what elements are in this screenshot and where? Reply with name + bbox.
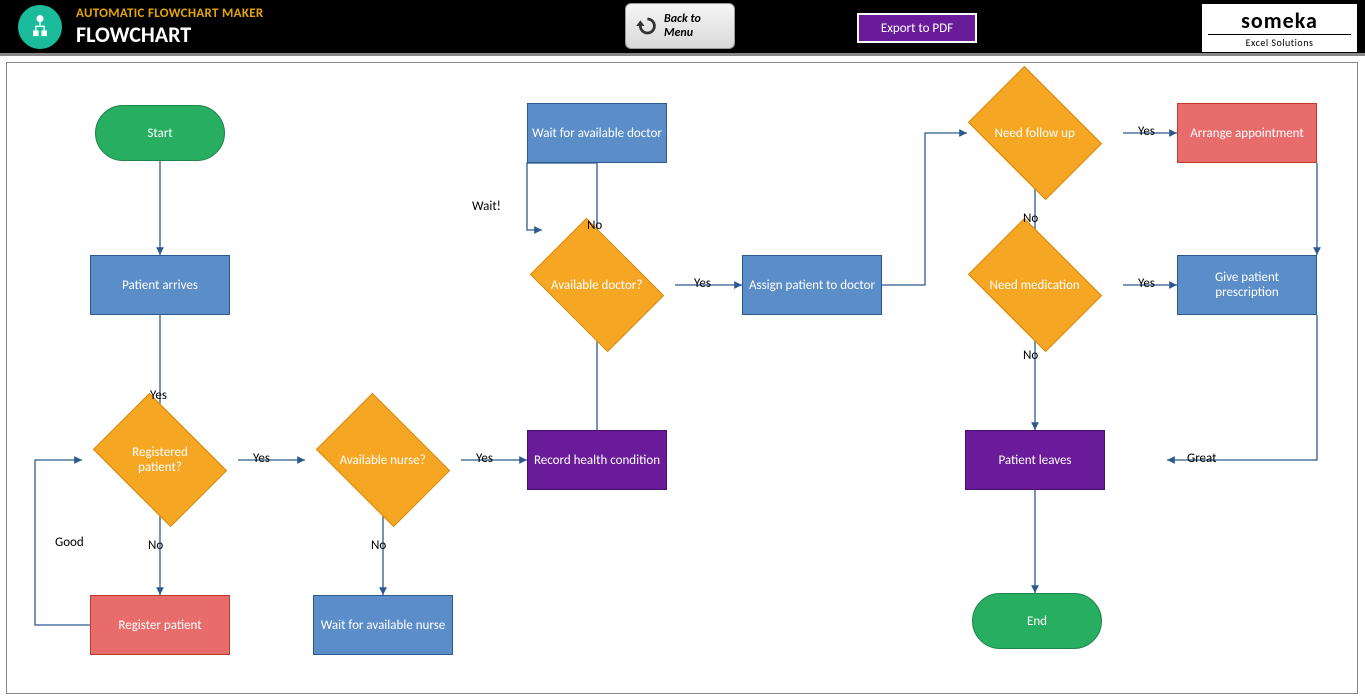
- flowchart-canvas: Start Patient arrives Registered patient…: [6, 62, 1358, 694]
- node-registered-patient[interactable]: Registered patient?: [93, 393, 227, 527]
- edge-label-yes: Yes: [1138, 124, 1155, 139]
- edge-label-no: No: [1023, 211, 1038, 226]
- node-need-medication[interactable]: Need medication: [968, 218, 1102, 352]
- edge-label-no: No: [1023, 348, 1038, 363]
- edge-label-yes: Yes: [150, 388, 167, 403]
- edge-label-yes: Yes: [1138, 276, 1155, 291]
- node-patient-leaves[interactable]: Patient leaves: [965, 430, 1105, 490]
- edge-label-no: No: [587, 218, 602, 233]
- edge-label-yes: Yes: [476, 451, 493, 466]
- node-start[interactable]: Start: [95, 105, 225, 161]
- edge-label-yes: Yes: [253, 451, 270, 466]
- node-record-health[interactable]: Record health condition: [527, 430, 667, 490]
- node-available-nurse[interactable]: Available nurse?: [316, 393, 450, 527]
- node-arrange-appointment[interactable]: Arrange appointment: [1177, 103, 1317, 163]
- node-wait-doctor[interactable]: Wait for available doctor: [527, 103, 667, 163]
- app-subtitle: AUTOMATIC FLOWCHART MAKER: [76, 6, 264, 21]
- brand-logo: someka Excel Solutions: [1202, 4, 1357, 52]
- brand-name: someka: [1241, 7, 1318, 34]
- edge-label-yes: Yes: [694, 276, 711, 291]
- edge-label-wait: Wait!: [472, 199, 501, 214]
- node-assign-patient[interactable]: Assign patient to doctor: [742, 255, 882, 315]
- export-to-pdf-button[interactable]: Export to PDF: [857, 13, 977, 43]
- app-title: FLOWCHART: [76, 21, 264, 48]
- node-register-patient[interactable]: Register patient: [90, 595, 230, 655]
- back-label: Back to Menu: [664, 12, 728, 40]
- node-end[interactable]: End: [972, 593, 1102, 649]
- back-arrow-icon: [632, 11, 660, 41]
- edge-label-no: No: [148, 538, 163, 553]
- app-logo-icon: [18, 5, 62, 49]
- edge-label-no: No: [371, 538, 386, 553]
- node-patient-arrives[interactable]: Patient arrives: [90, 255, 230, 315]
- edge-label-good: Good: [55, 535, 84, 550]
- brand-tagline: Excel Solutions: [1208, 34, 1351, 49]
- edge-label-great: Great: [1187, 451, 1217, 466]
- node-give-prescription[interactable]: Give patient prescription: [1177, 255, 1317, 315]
- node-available-doctor[interactable]: Available doctor?: [530, 218, 664, 352]
- node-need-followup[interactable]: Need follow up: [968, 66, 1102, 200]
- back-to-menu-button[interactable]: Back to Menu: [625, 3, 735, 49]
- node-wait-nurse[interactable]: Wait for available nurse: [313, 595, 453, 655]
